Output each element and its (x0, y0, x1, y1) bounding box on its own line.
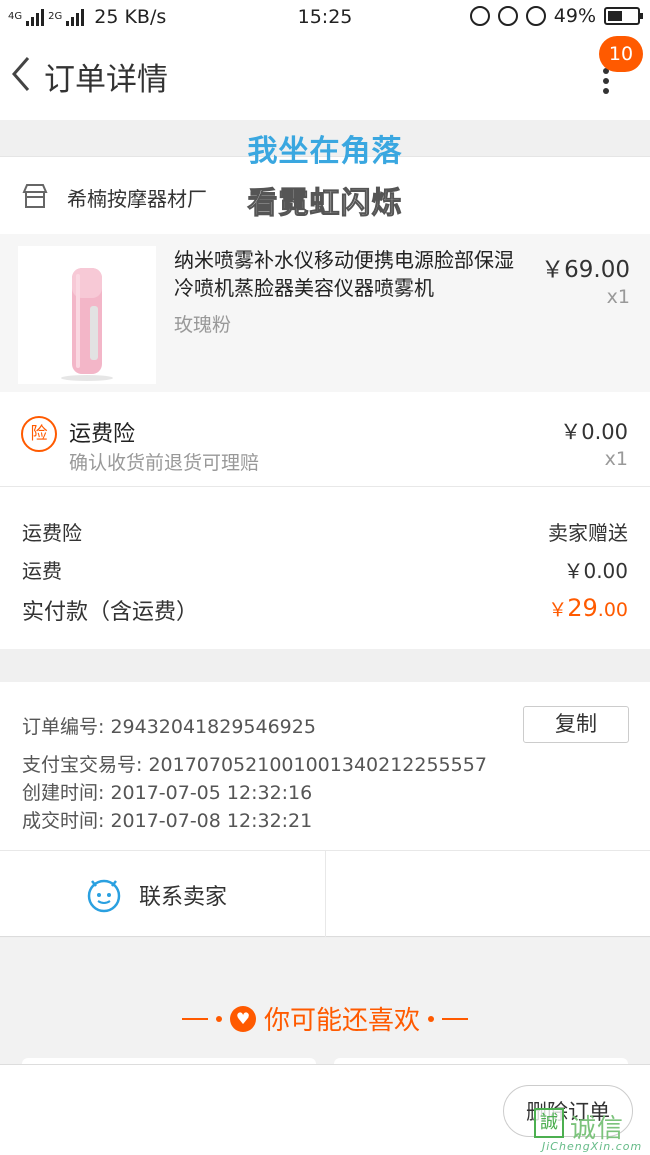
total-row: 实付款（含运费） ￥29.00 (22, 594, 628, 626)
alipay-trade-number: 支付宝交易号: 2017070521001001340212255557 (22, 754, 487, 776)
lock-rotation-icon (497, 6, 518, 26)
product-item[interactable]: 纳米喷雾补水仪移动便携电源脸部保湿冷喷机蒸脸器美容仪器喷雾机 玫瑰粉 ￥69.0… (0, 234, 650, 392)
page-title: 订单详情 (44, 62, 168, 98)
total-amount: ￥29.00 (548, 594, 628, 622)
battery-icon (604, 7, 643, 25)
contact-seller-label: 联系卖家 (139, 885, 228, 910)
summary-value: ￥0.00 (563, 559, 628, 583)
product-qty: x1 (606, 286, 630, 308)
status-bar: 4G 2G 25 KB/s 15:25 49% (0, 0, 650, 34)
sprayer-image (61, 268, 113, 381)
divider-line (181, 1017, 208, 1020)
insurance-qty: x1 (604, 448, 628, 470)
product-title: 纳米喷雾补水仪移动便携电源脸部保湿冷喷机蒸脸器美容仪器喷雾机 (174, 248, 514, 300)
summary-row: 运费 ￥0.00 (22, 555, 628, 584)
back-arrow-icon[interactable] (6, 52, 36, 96)
overlay-text-1: 我坐在角落 (247, 134, 403, 169)
divider-line (442, 1017, 468, 1020)
divider-dot (428, 1015, 434, 1022)
summary-label: 运费 (22, 559, 62, 583)
nav-bar: 订单详情 10 (0, 34, 650, 120)
heart-icon: ♥ (229, 1005, 256, 1032)
recommend-title-text: 你可能还喜欢 (263, 1006, 420, 1036)
insurance-icon: 险 (21, 416, 57, 452)
divider-dot (215, 1015, 222, 1022)
product-price: ￥69.00 (541, 257, 630, 283)
site-watermark: 誠 诚信 JiChengXin.com (532, 1104, 650, 1155)
insurance-desc: 确认收货前退货可理赔 (69, 452, 260, 474)
shipping-insurance-item: 险 运费险 确认收货前退货可理赔 ￥0.00 x1 (0, 392, 650, 487)
created-time: 创建时间: 2017-07-05 12:32:16 (22, 782, 313, 804)
product-sku: 玫瑰粉 (174, 314, 232, 336)
payment-summary: 运费险 卖家赠送 运费 ￥0.00 实付款（含运费） ￥29.00 (0, 487, 650, 649)
summary-value: 卖家赠送 (548, 521, 628, 545)
completed-time: 成交时间: 2017-07-08 12:32:21 (22, 810, 313, 832)
status-right: 49% (469, 5, 643, 27)
copy-button[interactable]: 复制 (523, 706, 629, 743)
mute-icon (469, 6, 490, 26)
order-number: 订单编号: 29432041829546925 (22, 716, 316, 738)
total-label: 实付款（含运费） (22, 600, 199, 625)
product-image (18, 246, 156, 384)
battery-percent: 49% (553, 5, 596, 27)
chat-face-icon (87, 879, 121, 913)
insurance-price: ￥0.00 (560, 420, 628, 444)
recommend-title: ♥ 你可能还喜欢 (0, 1000, 650, 1037)
total-int: 29 (567, 594, 598, 622)
overlay-text-2: 看霓虹闪烁 (247, 186, 403, 222)
recommend-section: ♥ 你可能还喜欢 (0, 938, 650, 1068)
battery-level (608, 11, 622, 21)
total-dec: .00 (597, 599, 628, 621)
contact-bar: 联系卖家 (0, 850, 650, 937)
watermark-logo: 誠 (534, 1108, 564, 1138)
watermark-url: JiChengXin.com (542, 1140, 643, 1153)
total-currency: ￥ (548, 599, 568, 621)
message-count-badge: 10 (599, 36, 643, 72)
summary-row: 运费险 卖家赠送 (22, 517, 628, 546)
contact-seller-button[interactable]: 联系卖家 (0, 851, 326, 937)
alarm-icon (525, 6, 546, 26)
summary-label: 运费险 (22, 521, 82, 545)
insurance-title: 运费险 (69, 422, 136, 447)
order-info: 订单编号: 29432041829546925 支付宝交易号: 20170705… (0, 682, 650, 850)
